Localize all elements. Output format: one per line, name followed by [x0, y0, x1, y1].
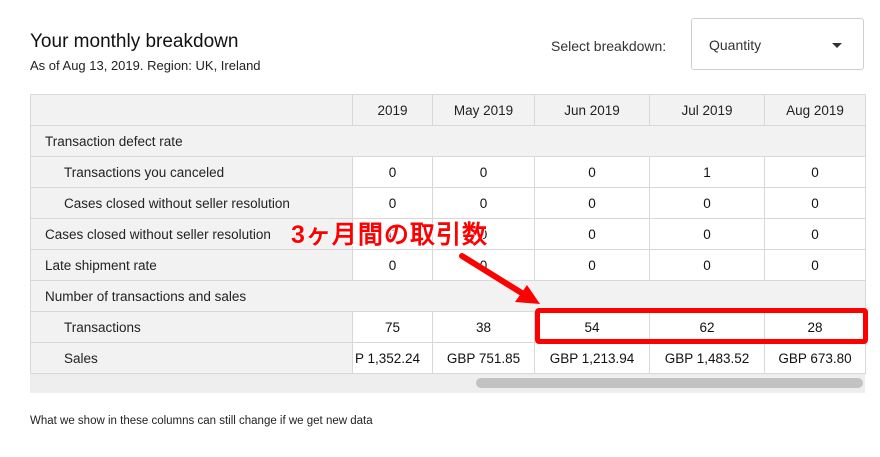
breakdown-select-label: Select breakdown: — [551, 38, 667, 54]
table-cell: 0 — [764, 249, 866, 281]
table-row: Sales P 1,352.24 GBP 751.85 GBP 1,213.94… — [30, 342, 866, 374]
row-label: Transactions — [30, 311, 353, 343]
section-label: Number of transactions and sales — [30, 280, 866, 312]
header-blank-cell — [30, 94, 353, 126]
table-cell: 0 — [534, 218, 650, 250]
table-cell: 0 — [534, 156, 650, 188]
table-cell: 0 — [649, 187, 765, 219]
table-row: Late shipment rate 0 0 0 0 0 — [30, 249, 866, 281]
table-cell: 0 — [432, 156, 535, 188]
table-section-row: Transaction defect rate — [30, 125, 866, 157]
footnote: What we show in these columns can still … — [30, 415, 373, 427]
breakdown-select-value: Quantity — [709, 37, 762, 53]
section-label: Transaction defect rate — [30, 125, 866, 157]
chevron-down-icon — [832, 43, 842, 48]
table-cell: 0 — [649, 249, 765, 281]
row-label: Transactions you canceled — [30, 156, 353, 188]
row-label: Cases closed without seller resolution — [30, 187, 353, 219]
table-cell: GBP 1,483.52 — [649, 342, 765, 374]
table-cell: 38 — [432, 311, 535, 343]
row-label: Sales — [30, 342, 353, 374]
table-cell: 0 — [534, 249, 650, 281]
row-label: Late shipment rate — [30, 249, 353, 281]
page-title: Your monthly breakdown — [30, 31, 239, 52]
table-cell: 0 — [432, 249, 535, 281]
column-header: Jul 2019 — [649, 94, 765, 126]
table-cell: GBP 673.80 — [764, 342, 866, 374]
table-cell: 75 — [352, 311, 433, 343]
breakdown-select[interactable]: Quantity — [691, 18, 864, 70]
table-cell: 0 — [764, 156, 866, 188]
table-cell: 0 — [352, 249, 433, 281]
horizontal-scrollbar-thumb[interactable] — [476, 378, 863, 388]
table-cell: P 1,352.24 — [352, 342, 433, 374]
table-cell: 0 — [764, 218, 866, 250]
table-cell: 0 — [352, 187, 433, 219]
annotation-highlight-box — [535, 308, 868, 344]
table-cell: GBP 751.85 — [432, 342, 535, 374]
table-cell: 1 — [649, 156, 765, 188]
table-cell: 0 — [352, 156, 433, 188]
table-cell: 0 — [649, 218, 765, 250]
column-header: May 2019 — [432, 94, 535, 126]
table-header-row: 2019 May 2019 Jun 2019 Jul 2019 Aug 2019 — [30, 94, 866, 126]
table-row: Transactions you canceled 0 0 0 1 0 — [30, 156, 866, 188]
column-header: 2019 — [352, 94, 433, 126]
table-cell: 0 — [764, 187, 866, 219]
table-cell: 0 — [534, 187, 650, 219]
annotation-label: 3ヶ月間の取引数 — [291, 221, 488, 249]
table-section-row: Number of transactions and sales — [30, 280, 866, 312]
table-cell: GBP 1,213.94 — [534, 342, 650, 374]
table-row: Cases closed without seller resolution 0… — [30, 187, 866, 219]
column-header: Jun 2019 — [534, 94, 650, 126]
column-header: Aug 2019 — [764, 94, 866, 126]
page-subtitle: As of Aug 13, 2019. Region: UK, Ireland — [30, 58, 261, 73]
table-cell: 0 — [432, 187, 535, 219]
